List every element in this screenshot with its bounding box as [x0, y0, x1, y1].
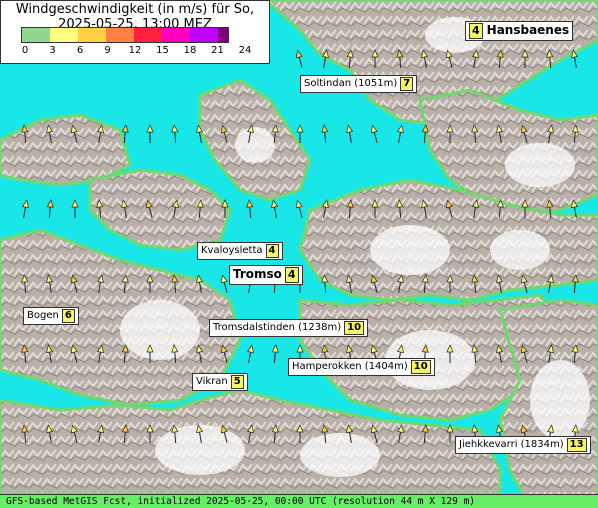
legend-tick: 6: [76, 45, 84, 56]
place-name: Hamperokken (1404m): [292, 361, 408, 372]
legend-swatch: [50, 28, 78, 42]
legend-tick: 3: [49, 45, 56, 56]
wind-value: 10: [344, 321, 365, 335]
wind-value: 4: [469, 23, 483, 39]
legend-tick: 18: [183, 45, 197, 56]
wind-value: 4: [284, 267, 299, 283]
legend-swatch: [22, 28, 50, 42]
legend-tick: 12: [128, 45, 142, 56]
place-name: Kvaloysletta: [201, 245, 263, 256]
legend-tick: 21: [211, 45, 224, 56]
legend-swatch: [162, 28, 190, 42]
legend-swatch: [190, 28, 218, 42]
place-name: Hansbaenes: [486, 23, 570, 37]
terrain-map: [0, 0, 598, 508]
wind-value: 4: [265, 244, 279, 258]
legend-swatch: [218, 28, 228, 42]
place-label-soltindan: Soltindan (1051m) 7: [300, 75, 418, 93]
legend-tick: 0: [21, 45, 29, 56]
place-label-jiehkkevarri: Jiehkkevarri (1834m) 13: [455, 436, 591, 454]
place-label-hansbaenes: 4 Hansbaenes: [465, 21, 574, 41]
forecast-footer: GFS-based MetGIS Fcst, initialized 2025-…: [0, 494, 598, 508]
legend-tick: 15: [156, 45, 169, 56]
legend-swatch: [134, 28, 162, 42]
legend-swatch: [78, 28, 106, 42]
legend-swatch: [106, 28, 134, 42]
place-name: Soltindan (1051m): [304, 78, 398, 89]
wind-value: 10: [410, 360, 431, 374]
place-label-hamperokken: Hamperokken (1404m) 10: [288, 358, 435, 376]
place-label-bogen: Bogen 6: [23, 307, 79, 325]
place-name: Bogen: [27, 310, 59, 321]
wind-value: 7: [400, 77, 414, 91]
wind-value: 5: [230, 375, 244, 389]
place-name: Tromso: [233, 267, 282, 281]
legend-tick: 24: [238, 45, 252, 56]
place-name: Tromsdalstinden (1238m): [213, 322, 342, 333]
legend-color-scale: [21, 27, 229, 43]
legend-tick: 9: [104, 45, 111, 56]
wind-value: 6: [61, 309, 75, 323]
place-label-tromsdalstinden: Tromsdalstinden (1238m) 10: [209, 319, 369, 337]
legend: Windgeschwindigkeit (in m/s) für So, 202…: [0, 0, 270, 64]
place-label-vikran: Vikran 5: [192, 373, 248, 391]
wind-value: 13: [566, 438, 587, 452]
place-label-tromso: Tromso 4: [229, 265, 303, 285]
place-name: Jiehkkevarri (1834m): [459, 439, 564, 450]
place-name: Vikran: [196, 376, 228, 387]
place-label-kvaloysletta: Kvaloysletta 4: [197, 242, 283, 260]
